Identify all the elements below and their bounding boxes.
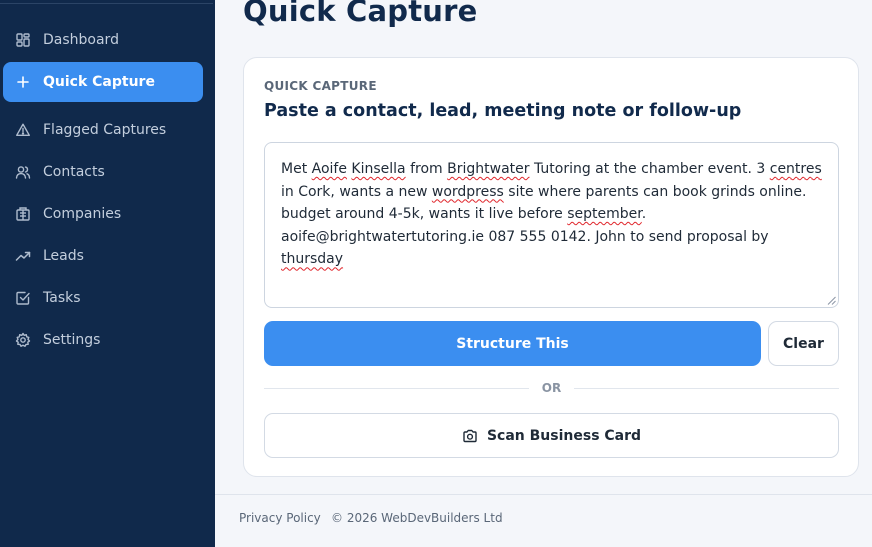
sidebar-item-contacts[interactable]: Contacts <box>3 152 203 192</box>
capture-textarea[interactable]: Met Aoife Kinsella from Brightwater Tuto… <box>264 142 839 308</box>
spellcheck-word: Aoife <box>311 161 347 177</box>
sidebar-item-companies[interactable]: Companies <box>3 194 203 234</box>
quick-capture-card: QUICK CAPTURE Paste a contact, lead, mee… <box>243 57 859 477</box>
warning-triangle-icon <box>16 123 30 136</box>
sidebar-item-label: Companies <box>43 206 122 222</box>
sidebar-item-quick-capture[interactable]: Quick Capture <box>3 62 203 102</box>
sidebar-item-label: Quick Capture <box>43 74 155 90</box>
building-icon <box>16 207 30 221</box>
spellcheck-word: september <box>567 206 642 223</box>
sidebar-item-label: Dashboard <box>43 32 119 48</box>
gear-icon <box>15 332 31 347</box>
card-eyebrow: QUICK CAPTURE <box>264 79 377 93</box>
spellcheck-word: Kinsella <box>351 161 406 177</box>
sidebar-item-tasks[interactable]: Tasks <box>3 278 203 318</box>
main-content: Quick Capture QUICK CAPTURE Paste a cont… <box>215 0 872 495</box>
users-icon <box>15 166 31 179</box>
camera-icon <box>463 429 477 442</box>
page-title: Quick Capture <box>243 0 478 28</box>
spellcheck-word: wordpress <box>431 183 504 200</box>
scan-button-label: Scan Business Card <box>486 427 642 444</box>
checkbox-icon <box>16 291 30 305</box>
trending-up-icon <box>15 251 31 261</box>
card-heading: Paste a contact, lead, meeting note or f… <box>264 101 742 121</box>
sidebar-item-label: Leads <box>43 248 84 264</box>
copyright-text: © 2026 WebDevBuilders Ltd <box>331 511 503 525</box>
spellcheck-word: thursday <box>281 251 344 268</box>
resize-handle-icon[interactable] <box>827 296 836 305</box>
sidebar-item-leads[interactable]: Leads <box>3 236 203 276</box>
dashboard-icon <box>16 33 30 47</box>
privacy-policy-link[interactable]: Privacy Policy <box>239 511 321 525</box>
sidebar-item-label: Contacts <box>43 164 105 180</box>
sidebar-divider <box>0 3 213 4</box>
or-divider: OR <box>264 380 839 396</box>
spellcheck-word: Brightwater <box>447 161 530 177</box>
spellcheck-word: centres <box>769 161 822 177</box>
clear-button[interactable]: Clear <box>768 321 839 366</box>
sidebar-item-label: Settings <box>43 332 101 348</box>
sidebar-item-settings[interactable]: Settings <box>3 320 203 360</box>
sidebar-item-label: Flagged Captures <box>43 122 167 138</box>
scan-business-card-button[interactable]: Scan Business Card <box>264 413 839 458</box>
capture-text: Met Aoife Kinsella from Brightwater Tuto… <box>281 161 822 268</box>
plus-icon <box>17 76 29 88</box>
sidebar: Dashboard Quick Capture Flagged Captures… <box>0 0 215 547</box>
footer: Privacy Policy © 2026 WebDevBuilders Ltd <box>215 494 872 547</box>
divider-line <box>574 388 839 389</box>
structure-this-button[interactable]: Structure This <box>264 321 761 366</box>
sidebar-item-dashboard[interactable]: Dashboard <box>3 20 203 60</box>
sidebar-item-flagged-captures[interactable]: Flagged Captures <box>3 110 203 150</box>
sidebar-item-label: Tasks <box>43 290 81 306</box>
